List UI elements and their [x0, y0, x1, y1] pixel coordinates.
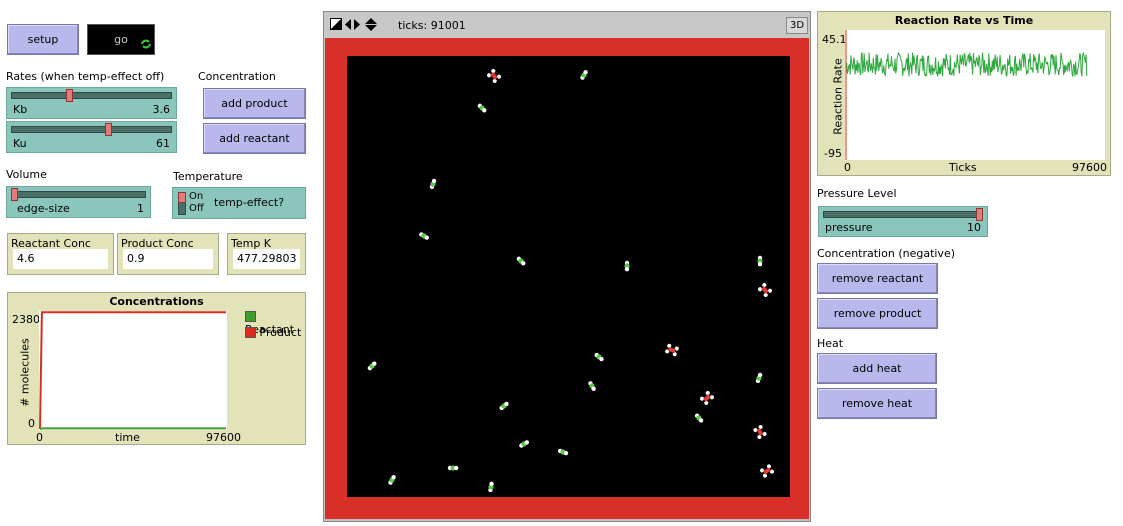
- remove-product-button[interactable]: remove product: [817, 298, 938, 329]
- rate-xmax-label: 97600: [1072, 161, 1107, 174]
- conc-xmax-label: 97600: [206, 431, 241, 444]
- ku-slider[interactable]: Ku 61: [6, 121, 177, 153]
- ticks-counter: ticks: 91001: [398, 19, 466, 32]
- add-reactant-button[interactable]: add reactant: [203, 123, 306, 154]
- kb-slider-thumb[interactable]: [66, 89, 74, 102]
- reactant-conc-monitor: Reactant Conc 4.6: [7, 233, 114, 275]
- remove-heat-button[interactable]: remove heat: [817, 388, 937, 419]
- temperature-label: Temperature: [173, 170, 243, 183]
- setup-button-label: setup: [27, 33, 59, 46]
- concentrations-plot-title: Concentrations: [109, 295, 204, 308]
- ku-slider-name: Ku: [13, 137, 27, 150]
- kb-slider-name: Kb: [13, 103, 28, 116]
- edge-size-slider[interactable]: edge-size 1: [6, 186, 151, 218]
- reaction-rate-plot-title: Reaction Rate vs Time: [894, 14, 1034, 27]
- pressure-slider-value: 10: [967, 221, 981, 234]
- remove-heat-button-label: remove heat: [841, 397, 913, 410]
- pressure-level-label: Pressure Level: [817, 187, 897, 200]
- reactant-conc-value: 4.6: [13, 249, 108, 269]
- world-border: [325, 38, 809, 519]
- ku-slider-thumb[interactable]: [104, 123, 112, 136]
- world-view: ticks: 91001 3D: [323, 11, 811, 522]
- add-reactant-button-label: add reactant: [219, 132, 290, 145]
- concentrations-plot: Concentrations 2380 0 # molecules 0 time…: [7, 292, 306, 445]
- edge-size-slider-thumb[interactable]: [11, 188, 18, 201]
- rate-xlabel: Ticks: [949, 161, 977, 174]
- 3d-button[interactable]: 3D: [786, 17, 808, 34]
- conc-xlabel: time: [115, 431, 140, 444]
- go-button[interactable]: go: [87, 24, 155, 55]
- conc-ylabel: # molecules: [18, 338, 32, 407]
- add-heat-button[interactable]: add heat: [817, 353, 937, 384]
- forever-icon: [141, 39, 151, 49]
- reaction-rate-plot-area: [845, 30, 1105, 160]
- edge-size-slider-name: edge-size: [17, 202, 70, 215]
- add-product-button-label: add product: [221, 97, 288, 110]
- temp-effect-switch[interactable]: On Off temp-effect?: [172, 187, 306, 219]
- rate-ylabel: Reaction Rate: [831, 58, 845, 135]
- pressure-slider-thumb[interactable]: [976, 208, 983, 221]
- temp-k-monitor: Temp K 477.29803: [227, 233, 306, 275]
- rates-label: Rates (when temp-effect off): [6, 70, 165, 83]
- 3d-button-label: 3D: [789, 20, 805, 31]
- remove-reactant-button-label: remove reactant: [831, 272, 924, 285]
- legend-product: Product: [245, 326, 301, 339]
- pressure-slider[interactable]: pressure 10: [818, 206, 988, 237]
- heat-label: Heat: [817, 337, 844, 350]
- conc-xmin-label: 0: [36, 431, 43, 444]
- concentration-label: Concentration: [198, 70, 276, 83]
- view-controls-icon[interactable]: [330, 18, 382, 31]
- kb-slider-track: [11, 92, 172, 99]
- temp-k-value: 477.29803: [233, 249, 300, 269]
- go-button-label: go: [114, 33, 128, 46]
- pressure-slider-track: [823, 211, 983, 218]
- conc-ymax-label: 2380: [12, 313, 40, 326]
- rate-ymin-label: -95: [824, 147, 842, 160]
- product-conc-value: 0.9: [123, 249, 213, 269]
- switch-off-label: Off: [189, 203, 204, 214]
- reactant-series-line: [39, 427, 226, 430]
- switch-name: temp-effect?: [214, 196, 285, 209]
- legend-product-swatch: [245, 327, 256, 338]
- switch-on-label: On: [189, 191, 204, 202]
- rate-xmin-label: 0: [844, 161, 851, 174]
- ku-slider-track: [11, 126, 172, 133]
- reactant-molecule: [447, 465, 459, 471]
- volume-label: Volume: [6, 168, 47, 181]
- reactant-molecule: [624, 260, 630, 272]
- edge-size-slider-track: [11, 191, 146, 198]
- legend-product-label: Product: [259, 326, 302, 339]
- rate-ymax-label: 45.1: [822, 33, 847, 46]
- concentrations-plot-area: [39, 311, 227, 430]
- setup-button[interactable]: setup: [7, 24, 79, 55]
- edge-size-slider-value: 1: [137, 202, 144, 215]
- view-toolbar: ticks: 91001 3D: [324, 12, 810, 38]
- remove-reactant-button[interactable]: remove reactant: [817, 263, 938, 294]
- world-canvas: [347, 56, 790, 497]
- product-conc-monitor: Product Conc 0.9: [117, 233, 219, 275]
- kb-slider[interactable]: Kb 3.6: [6, 87, 177, 119]
- pressure-slider-name: pressure: [825, 221, 873, 234]
- concentration-negative-label: Concentration (negative): [817, 247, 956, 260]
- remove-product-button-label: remove product: [833, 307, 922, 320]
- conc-ymin-label: 0: [28, 417, 35, 430]
- kb-slider-value: 3.6: [152, 103, 171, 116]
- add-heat-button-label: add heat: [852, 362, 902, 375]
- legend-reactant-swatch: [245, 311, 256, 322]
- switch-knob[interactable]: [178, 192, 186, 203]
- reactant-molecule: [757, 255, 763, 267]
- reaction-rate-plot: Reaction Rate vs Time 45.1 -95 Reaction …: [817, 11, 1111, 176]
- add-product-button[interactable]: add product: [203, 88, 306, 119]
- ku-slider-value: 61: [156, 137, 170, 150]
